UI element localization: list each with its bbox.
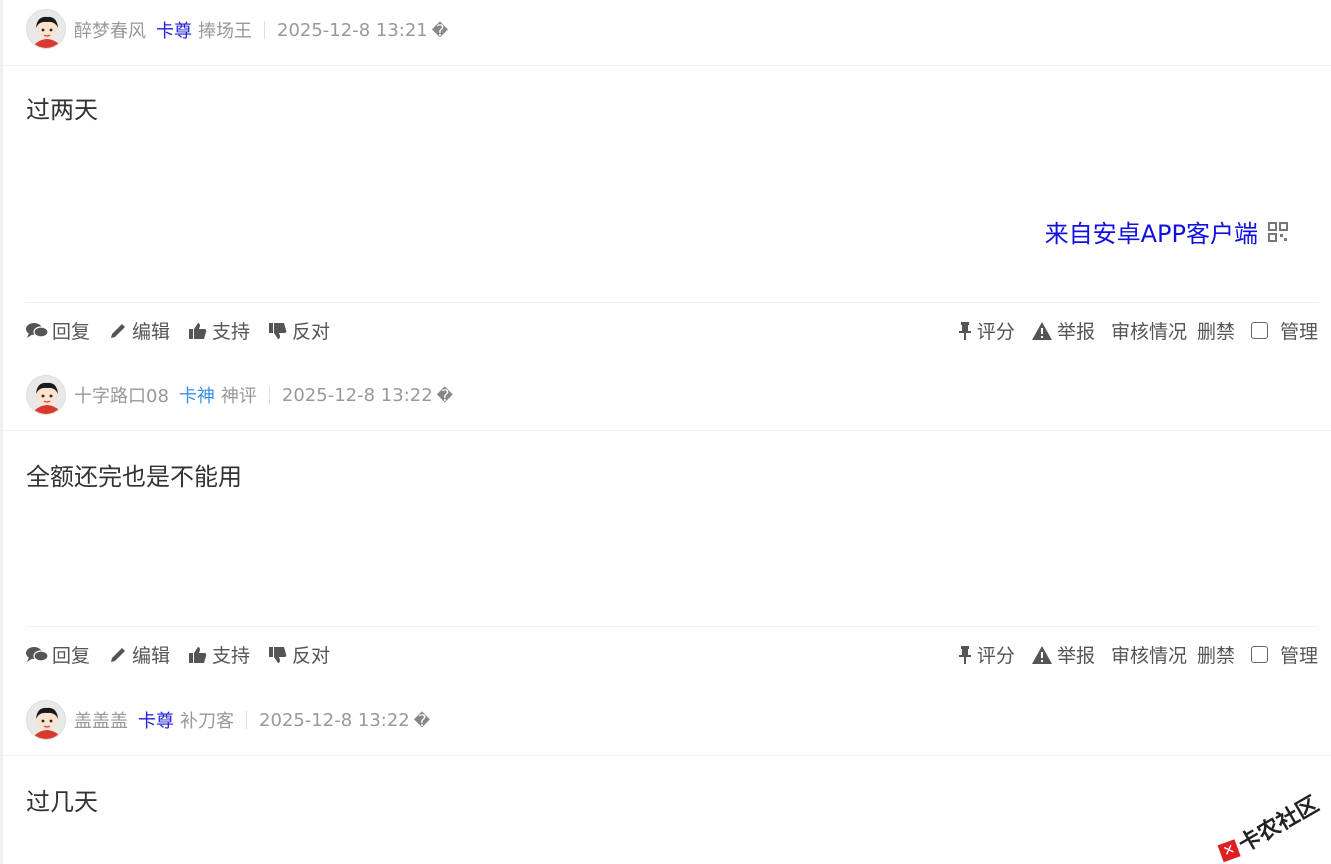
thumbs-down-icon <box>269 322 287 339</box>
post-2: 十字路口08 卡神 神评 2025-12-8 13:22 � 全额还完也是不能用… <box>3 360 1331 685</box>
avatar[interactable] <box>26 700 66 740</box>
user-badge: 卡尊 <box>156 21 192 42</box>
oppose-button[interactable]: 反对 <box>268 317 330 344</box>
reply-label: 回复 <box>52 645 91 667</box>
post-content: 过几天 <box>26 788 98 816</box>
device-link[interactable]: 来自安卓APP客户端 <box>1045 214 1288 249</box>
qrcode-icon[interactable] <box>1268 221 1288 242</box>
meta-separator <box>246 711 247 729</box>
post-header: 十字路口08 卡神 神评 2025-12-8 13:22 � <box>3 360 1331 431</box>
warning-icon <box>1031 645 1052 664</box>
post-time: 2025-12-8 13:22 <box>259 709 410 731</box>
oppose-label: 反对 <box>292 645 331 667</box>
post-content: 过两天 <box>26 96 98 124</box>
avatar[interactable] <box>26 375 66 415</box>
report-button[interactable]: 举报 <box>1031 641 1095 668</box>
user-rank: 捧场王 <box>198 21 252 42</box>
edit-button[interactable]: 编辑 <box>108 317 170 344</box>
manage-toggle[interactable]: 管理 <box>1250 317 1318 344</box>
pin-icon <box>958 645 971 664</box>
report-label: 举报 <box>1056 645 1095 667</box>
avatar-image <box>27 376 65 414</box>
oppose-button[interactable]: 反对 <box>268 641 330 668</box>
report-label: 举报 <box>1056 321 1095 343</box>
edit-label: 编辑 <box>132 645 171 667</box>
pencil-icon <box>111 323 126 338</box>
avatar-image <box>27 10 65 48</box>
post-1: 醉梦春风 卡尊 捧场王 2025-12-8 13:21 � 过两天 来自安卓AP… <box>3 0 1331 360</box>
user-rank: 补刀客 <box>180 711 234 732</box>
user-badge: 卡尊 <box>138 711 174 732</box>
action-bar: 回复 编辑 支持 反对 评分 举报 审核情况 删禁 管理 <box>26 302 1318 358</box>
unknown-glyph-icon: � <box>436 385 454 405</box>
user-rank: 神评 <box>220 386 257 407</box>
left-actions: 回复 编辑 支持 反对 <box>26 317 348 344</box>
post-header: 盖盖盖 卡尊 补刀客 2025-12-8 13:22 � <box>3 685 1331 756</box>
thumbs-up-icon <box>189 646 207 663</box>
action-bar: 回复 编辑 支持 反对 评分 举报 审核情况 删禁 管理 <box>26 626 1318 682</box>
avatar[interactable] <box>26 9 66 49</box>
comments-icon <box>26 646 48 662</box>
support-button[interactable]: 支持 <box>188 641 250 668</box>
comments-icon <box>26 322 48 338</box>
reply-label: 回复 <box>52 321 91 343</box>
post-time: 2025-12-8 13:22 <box>281 384 433 406</box>
support-label: 支持 <box>212 645 251 667</box>
post-time: 2025-12-8 13:21 <box>277 19 428 41</box>
thumbs-down-icon <box>269 646 287 663</box>
post-meta: 醉梦春风 卡尊 捧场王 2025-12-8 13:21 � <box>74 17 449 43</box>
manage-checkbox[interactable] <box>1250 646 1268 663</box>
username[interactable]: 盖盖盖 <box>74 707 128 733</box>
rate-label: 评分 <box>976 645 1015 667</box>
oppose-label: 反对 <box>292 321 331 343</box>
post-meta: 盖盖盖 卡尊 补刀客 2025-12-8 13:22 � <box>74 707 431 733</box>
device-label: 来自安卓APP客户端 <box>1044 220 1258 248</box>
right-actions: 评分 举报 审核情况 删禁 管理 <box>941 641 1318 668</box>
support-button[interactable]: 支持 <box>188 317 250 344</box>
username[interactable]: 醉梦春风 <box>74 17 146 43</box>
left-actions: 回复 编辑 支持 反对 <box>26 641 348 668</box>
report-button[interactable]: 举报 <box>1031 317 1095 344</box>
meta-separator <box>264 21 265 39</box>
manage-label: 管理 <box>1279 645 1318 667</box>
unknown-glyph-icon: � <box>413 710 431 730</box>
rate-button[interactable]: 评分 <box>957 641 1015 668</box>
unknown-glyph-icon: � <box>431 20 449 40</box>
ban-button[interactable]: 删禁 <box>1197 317 1235 344</box>
edit-label: 编辑 <box>132 321 171 343</box>
review-button[interactable]: 审核情况 <box>1111 641 1187 668</box>
rate-button[interactable]: 评分 <box>957 317 1015 344</box>
warning-icon <box>1031 321 1052 340</box>
review-button[interactable]: 审核情况 <box>1111 317 1187 344</box>
reply-button[interactable]: 回复 <box>26 641 90 668</box>
avatar-image <box>27 701 65 739</box>
username[interactable]: 十字路口08 <box>74 382 169 408</box>
user-badge: 卡神 <box>178 386 215 407</box>
post-header: 醉梦春风 卡尊 捧场王 2025-12-8 13:21 � <box>3 0 1331 66</box>
manage-label: 管理 <box>1279 321 1318 343</box>
support-label: 支持 <box>212 321 251 343</box>
rate-label: 评分 <box>976 321 1015 343</box>
page: 醉梦春风 卡尊 捧场王 2025-12-8 13:21 � 过两天 来自安卓AP… <box>0 0 1331 864</box>
manage-toggle[interactable]: 管理 <box>1250 641 1318 668</box>
post-3: 盖盖盖 卡尊 补刀客 2025-12-8 13:22 � 过几天 <box>3 685 1331 864</box>
edit-button[interactable]: 编辑 <box>108 641 170 668</box>
thumbs-up-icon <box>189 322 207 339</box>
pin-icon <box>958 321 971 340</box>
post-content: 全额还完也是不能用 <box>26 463 242 491</box>
reply-button[interactable]: 回复 <box>26 317 90 344</box>
post-meta: 十字路口08 卡神 神评 2025-12-8 13:22 � <box>74 382 454 408</box>
manage-checkbox[interactable] <box>1250 322 1268 339</box>
right-actions: 评分 举报 审核情况 删禁 管理 <box>941 317 1318 344</box>
ban-button[interactable]: 删禁 <box>1197 641 1235 668</box>
meta-separator <box>268 386 270 404</box>
pencil-icon <box>111 647 126 662</box>
